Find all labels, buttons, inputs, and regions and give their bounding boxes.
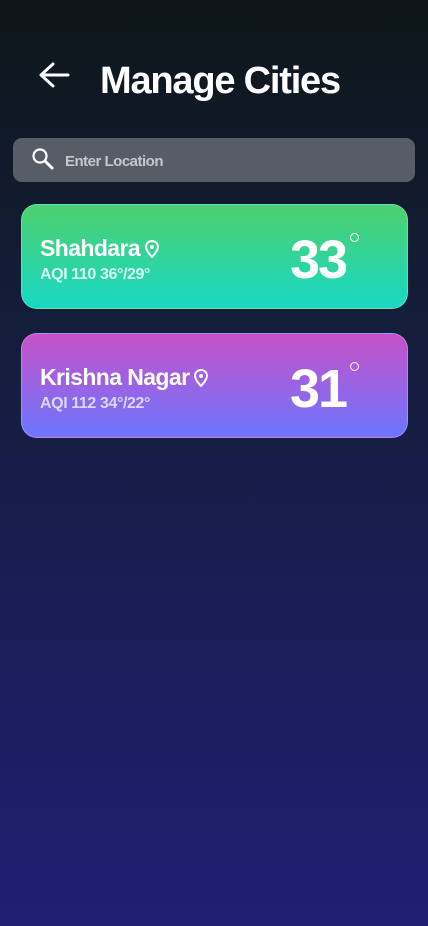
city-name: Shahdara	[40, 235, 141, 261]
page-title: Manage Cities	[100, 60, 341, 102]
header: Manage Cities	[0, 56, 428, 106]
search-input[interactable]	[63, 138, 407, 184]
aqi-label: AQI	[40, 395, 68, 412]
location-pin-icon	[145, 239, 160, 258]
city-name-row: Krishna Nagar	[40, 364, 209, 391]
aqi-value: 110	[71, 266, 96, 283]
search-bar[interactable]	[13, 138, 415, 184]
back-button[interactable]	[34, 58, 74, 92]
location-pin-icon	[194, 368, 209, 387]
arrow-left-icon	[39, 62, 70, 88]
aqi-label: AQI	[40, 266, 68, 283]
high-low-temp: 36°/29°	[99, 266, 151, 283]
high-low-temp: 34°/22°	[99, 395, 151, 412]
city-details: AQI 112 34°/22°	[40, 395, 150, 413]
current-temperature: 31	[290, 359, 348, 419]
degree-symbol	[350, 233, 359, 242]
city-name-row: Shahdara	[40, 235, 160, 262]
city-name: Krishna Nagar	[40, 364, 190, 390]
aqi-value: 112	[71, 395, 96, 412]
search-icon	[32, 148, 54, 170]
city-card-krishna-nagar[interactable]: Krishna Nagar AQI 112 34°/22° 31	[21, 333, 408, 438]
current-temperature: 33	[290, 230, 348, 290]
city-card-shahdara[interactable]: Shahdara AQI 110 36°/29° 33	[21, 204, 408, 309]
degree-symbol	[350, 362, 359, 371]
city-details: AQI 110 36°/29°	[40, 266, 150, 284]
